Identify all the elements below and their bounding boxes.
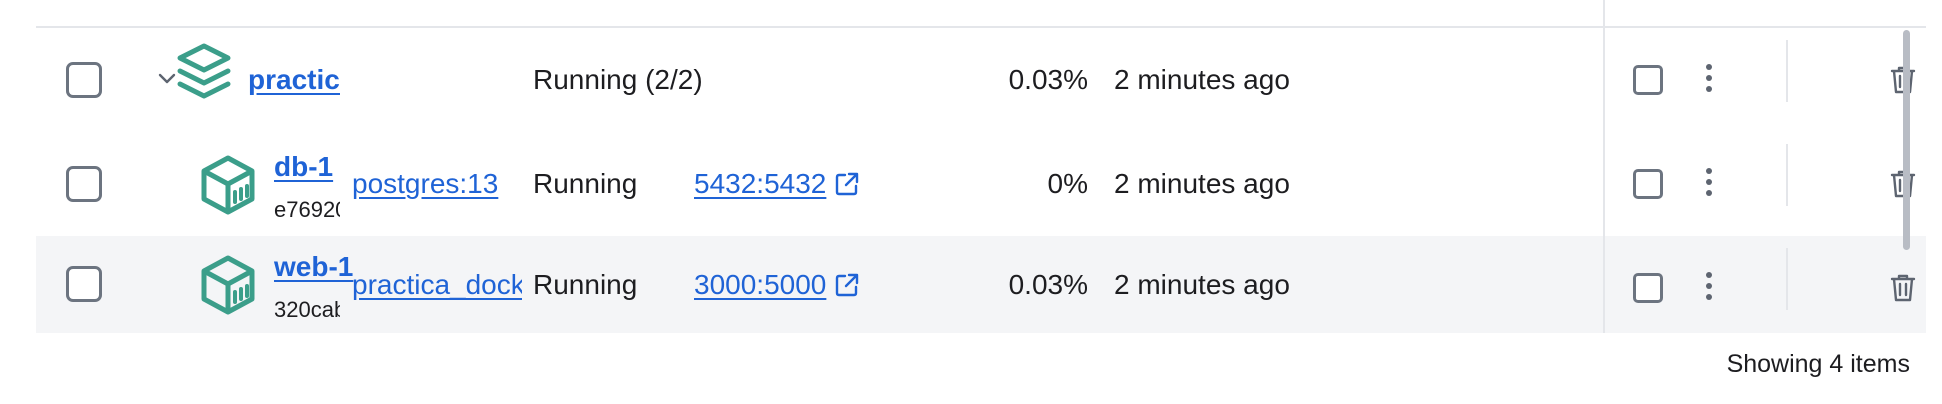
cpu-value: 0% (1047, 168, 1088, 199)
status-text: Running (533, 268, 638, 300)
status-text: Running (2/2) (533, 64, 703, 95)
kebab-icon[interactable] (1706, 168, 1714, 201)
external-link-icon[interactable] (834, 272, 860, 298)
container-icon (201, 155, 255, 215)
vertical-scrollbar[interactable] (1903, 30, 1910, 250)
port-link[interactable]: 3000:5000 (694, 269, 826, 301)
stack-name-link[interactable]: practica_ (248, 64, 340, 96)
container-id: 320cab (274, 297, 340, 322)
last-started: 2 minutes ago (1114, 168, 1290, 199)
divider (1786, 40, 1788, 102)
cpu-value: 0.03% (1008, 64, 1088, 95)
cpu-value: 0.03% (1008, 268, 1088, 300)
last-started: 2 minutes ago (1114, 64, 1290, 95)
container-icon (201, 255, 255, 315)
layers-icon (177, 43, 231, 99)
trash-icon[interactable] (1889, 273, 1917, 303)
kebab-icon[interactable] (1706, 272, 1714, 305)
container-name-link[interactable]: db-1 (274, 151, 333, 183)
divider (1786, 144, 1788, 206)
external-link-icon[interactable] (834, 171, 860, 197)
image-link[interactable]: postgres:13 (352, 168, 498, 200)
divider (1786, 248, 1788, 310)
row-action-checkbox[interactable] (1633, 65, 1663, 95)
port-link[interactable]: 5432:5432 (694, 168, 826, 200)
status-text: Running (533, 168, 638, 199)
last-started: 2 minutes ago (1114, 268, 1290, 300)
container-name-link[interactable]: web-1 (274, 251, 353, 283)
containers-table: practica_ Running (2/2) 0.03% 2 minutes … (36, 0, 1926, 333)
row-action-checkbox[interactable] (1633, 273, 1663, 303)
row-action-checkbox[interactable] (1633, 169, 1663, 199)
actions-column (1603, 0, 1928, 333)
select-row-checkbox[interactable] (66, 266, 102, 302)
container-id: e76920 (274, 197, 340, 222)
kebab-icon[interactable] (1706, 64, 1714, 97)
image-link[interactable]: practica_docker- (352, 269, 522, 301)
select-row-checkbox[interactable] (66, 62, 102, 98)
items-count: Showing 4 items (1726, 350, 1910, 378)
select-row-checkbox[interactable] (66, 166, 102, 202)
